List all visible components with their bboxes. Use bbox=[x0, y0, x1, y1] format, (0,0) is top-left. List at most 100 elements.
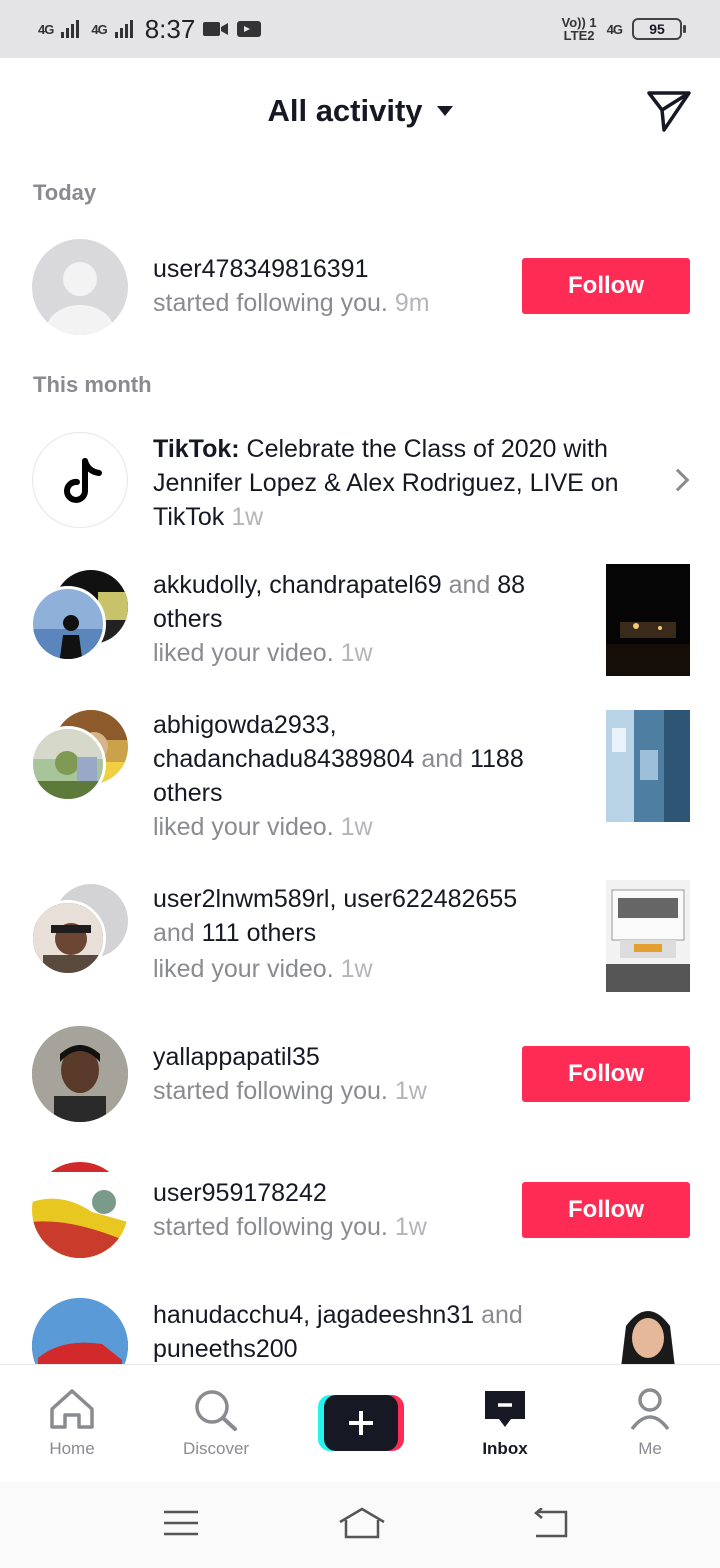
status-bar: 4G 4G 8:37 Vo)) 1 LTE2 4G 95 bbox=[0, 0, 720, 58]
tiktok-logo-icon bbox=[64, 458, 102, 503]
username[interactable]: yallappapatil35 bbox=[153, 1040, 320, 1074]
others-text: others bbox=[153, 605, 223, 633]
notification-text[interactable]: TikTok: Celebrate the Class of 2020 with… bbox=[153, 432, 623, 534]
action-text: started following you. bbox=[153, 1077, 388, 1105]
separator: , bbox=[329, 885, 344, 913]
home-button-icon[interactable] bbox=[338, 1506, 386, 1540]
header: All activity bbox=[0, 58, 720, 164]
activity-text: liked your video. 1w bbox=[153, 952, 373, 986]
signal-1-label: 4G bbox=[38, 21, 54, 37]
list-item[interactable]: hanudacchu4, jagadeeshn31 and puneeths20… bbox=[0, 1292, 720, 1364]
avatar-front[interactable] bbox=[30, 900, 106, 976]
activity-text: started following you. 9m bbox=[153, 286, 430, 320]
avatar[interactable] bbox=[32, 1162, 128, 1258]
activity-users[interactable]: abhigowda2933, chadanchadu84389804 and 1… bbox=[153, 708, 583, 810]
list-item[interactable]: TikTok: Celebrate the Class of 2020 with… bbox=[0, 424, 720, 536]
and-text: and bbox=[474, 1301, 523, 1329]
follow-button[interactable]: Follow bbox=[522, 258, 690, 314]
tiktok-avatar[interactable] bbox=[32, 432, 128, 528]
default-user-icon bbox=[46, 262, 114, 335]
list-item[interactable]: user2lnwm589rl, user622482655 and 111 ot… bbox=[0, 876, 720, 996]
tab-me[interactable]: Me bbox=[595, 1365, 705, 1483]
action-text: liked your video. bbox=[153, 813, 334, 841]
username-2: user622482655 bbox=[343, 885, 518, 913]
battery-level: 95 bbox=[649, 21, 665, 37]
separator: , bbox=[303, 1301, 318, 1329]
clock: 8:37 bbox=[144, 13, 196, 44]
action-text: liked your video. bbox=[153, 639, 334, 667]
others-text: others bbox=[239, 919, 317, 947]
activity-text: started following you. 1w bbox=[153, 1210, 427, 1244]
follow-button[interactable]: Follow bbox=[522, 1182, 690, 1238]
and-text: and bbox=[441, 571, 498, 599]
activity-text: liked your video. 1w bbox=[153, 636, 373, 670]
video-call-icon bbox=[237, 14, 262, 45]
timestamp: 1w bbox=[340, 639, 373, 667]
timestamp: 1w bbox=[231, 503, 264, 531]
timestamp: 1w bbox=[340, 955, 373, 983]
tab-inbox-label: Inbox bbox=[482, 1439, 528, 1458]
timestamp: 1w bbox=[394, 1077, 427, 1105]
activity-filter-dropdown[interactable]: All activity bbox=[267, 93, 453, 129]
video-thumbnail[interactable] bbox=[606, 564, 690, 676]
avatar[interactable] bbox=[32, 239, 128, 335]
chevron-right-icon[interactable] bbox=[666, 468, 690, 492]
avatar-front[interactable] bbox=[30, 726, 106, 802]
volte-bottom: LTE2 bbox=[563, 28, 595, 43]
avatar[interactable] bbox=[32, 1298, 128, 1364]
bottom-tab-bar: Home Discover Inbox Me bbox=[0, 1364, 720, 1482]
action-text: liked your video. bbox=[153, 955, 334, 983]
follow-button[interactable]: Follow bbox=[522, 1046, 690, 1102]
activity-users[interactable]: akkudolly, chandrapatel69 and 88 others bbox=[153, 568, 583, 636]
battery-icon: 95 bbox=[632, 18, 686, 40]
list-item[interactable]: abhigowda2933, chadanchadu84389804 and 1… bbox=[0, 706, 720, 846]
username-2: chadanchadu84389804 bbox=[153, 745, 415, 773]
timestamp: 9m bbox=[394, 289, 430, 317]
signal-bars-1-icon bbox=[61, 14, 83, 45]
username: akkudolly bbox=[153, 571, 256, 599]
tab-home[interactable]: Home bbox=[17, 1365, 127, 1483]
profile-icon bbox=[630, 1388, 670, 1431]
tab-inbox[interactable]: Inbox bbox=[450, 1365, 560, 1483]
video-thumbnail[interactable] bbox=[606, 1296, 690, 1364]
inbox-icon bbox=[485, 1391, 525, 1427]
username: hanudacchu4 bbox=[153, 1301, 304, 1329]
username[interactable]: user478349816391 bbox=[153, 252, 368, 286]
system-nav-bar bbox=[0, 1482, 720, 1568]
username-3: puneeths200 bbox=[153, 1335, 298, 1363]
action-text: started following you. bbox=[153, 1213, 388, 1241]
video-camera-icon bbox=[203, 14, 229, 45]
and-text: and bbox=[153, 919, 202, 947]
avatar-front[interactable] bbox=[30, 586, 106, 662]
signal-2-label: 4G bbox=[91, 21, 107, 37]
activity-users[interactable]: user2lnwm589rl, user622482655 and 111 ot… bbox=[153, 882, 583, 950]
others-count: 1188 bbox=[469, 745, 524, 773]
activity-users[interactable]: hanudacchu4, jagadeeshn31 and puneeths20… bbox=[153, 1298, 583, 1364]
volte-indicator: Vo)) 1 LTE2 bbox=[562, 16, 597, 42]
status-right: Vo)) 1 LTE2 4G 95 bbox=[562, 16, 686, 42]
back-icon[interactable] bbox=[530, 1508, 570, 1538]
list-item[interactable]: user478349816391 started following you. … bbox=[0, 230, 720, 350]
list-item[interactable]: akkudolly, chandrapatel69 and 88 others … bbox=[0, 562, 720, 682]
caret-down-icon bbox=[436, 106, 453, 116]
section-today: Today bbox=[33, 180, 97, 205]
search-icon bbox=[195, 1390, 237, 1431]
username[interactable]: user959178242 bbox=[153, 1176, 327, 1210]
action-text: started following you. bbox=[153, 289, 388, 317]
menu-icon[interactable] bbox=[162, 1508, 200, 1538]
tab-discover[interactable]: Discover bbox=[161, 1365, 271, 1483]
activity-text: started following you. 1w bbox=[153, 1074, 427, 1108]
tab-me-label: Me bbox=[638, 1439, 662, 1458]
others-count: 88 bbox=[497, 571, 526, 599]
list-item[interactable]: yallappapatil35 started following you. 1… bbox=[0, 1020, 720, 1130]
avatar[interactable] bbox=[32, 1026, 128, 1122]
others-text: others bbox=[153, 779, 223, 807]
list-item[interactable]: user959178242 started following you. 1w … bbox=[0, 1156, 720, 1266]
network-type: 4G bbox=[606, 21, 623, 37]
activity-text: liked your video. 1w bbox=[153, 810, 373, 844]
create-video-button[interactable] bbox=[318, 1395, 404, 1451]
timestamp: 1w bbox=[340, 813, 373, 841]
direct-message-icon[interactable] bbox=[646, 88, 692, 134]
video-thumbnail[interactable] bbox=[606, 880, 690, 992]
video-thumbnail[interactable] bbox=[606, 710, 690, 822]
